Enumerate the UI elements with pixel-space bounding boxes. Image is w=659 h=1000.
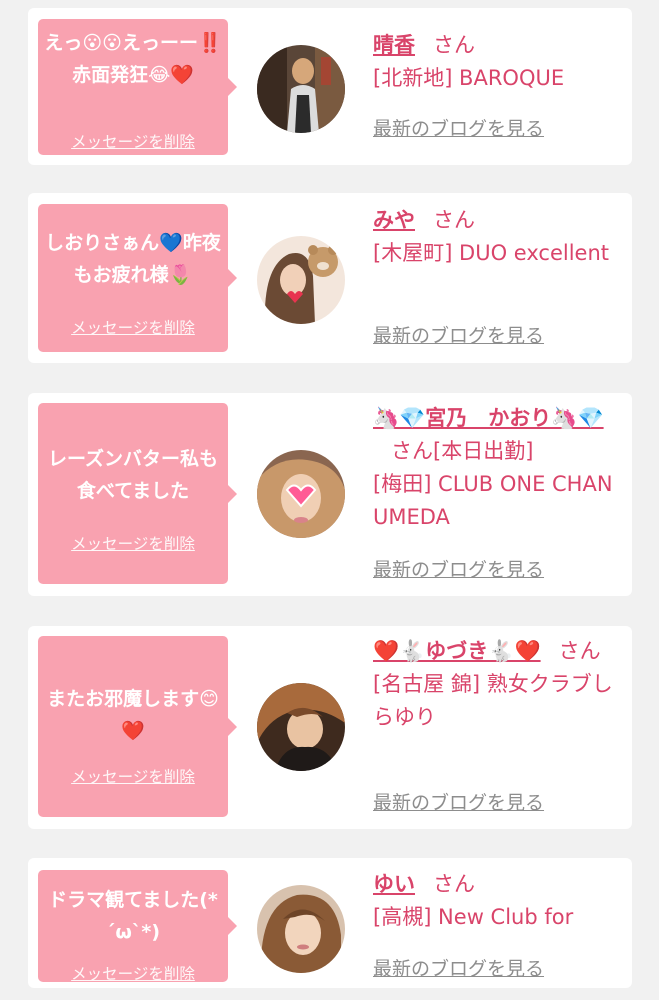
latest-blog-link[interactable]: 最新のブログを見る [373,790,544,816]
woman-photo-icon [257,45,345,133]
latest-blog-link[interactable]: 最新のブログを見る [373,956,544,982]
latest-blog-link[interactable]: 最新のブログを見る [373,116,544,142]
delete-message-link[interactable]: メッセージを削除 [38,767,228,787]
honorific-label: さん [558,639,601,663]
message-bubble: レーズンバター私も食べてました メッセージを削除 [38,403,237,584]
honorific-label: さん [433,33,475,57]
message-bubble: えっ😮😮えっーー‼️赤面発狂😂❤️ メッセージを削除 [38,19,237,155]
delete-message-link[interactable]: メッセージを削除 [38,534,228,554]
honorific-label: さん [433,872,475,896]
message-bubble: またお邪魔します😊❤️ メッセージを削除 [38,636,237,817]
delete-message-link[interactable]: メッセージを削除 [38,964,228,984]
name-line: ❤️🐇ゆづき🐇❤️ さん [373,635,618,668]
woman-photo-icon [257,683,345,771]
message-bubble: しおりさぁん💙昨夜もお疲れ様🌷 メッセージを削除 [38,204,237,352]
name-line: 🦄💎宮乃 かおり🦄💎 さん[本日出勤] [373,402,618,468]
name-line: ゆい さん [373,868,618,901]
message-card: しおりさぁん💙昨夜もお疲れ様🌷 メッセージを削除 みや さん [木屋町] DUO … [28,193,632,363]
latest-blog-link[interactable]: 最新のブログを見る [373,323,544,349]
shop-label: [梅田] CLUB ONE CHAN UMEDA [373,472,613,529]
woman-photo-icon [257,236,345,324]
latest-blog-link[interactable]: 最新のブログを見る [373,557,544,583]
delete-message-link[interactable]: メッセージを削除 [38,318,228,338]
woman-photo-icon [257,450,345,538]
profile-info: 🦄💎宮乃 かおり🦄💎 さん[本日出勤] [梅田] CLUB ONE CHAN UM… [373,402,618,534]
message-card: またお邪魔します😊❤️ メッセージを削除 ❤️🐇ゆづき🐇❤️ さん [名古屋 錦]… [28,626,632,829]
message-text: レーズンバター私も食べてました [47,448,219,502]
message-card: ドラマ観てました(*´ω`*) メッセージを削除 ゆい さん [高槻] New C… [28,858,632,988]
delete-message-link[interactable]: メッセージを削除 [38,132,228,152]
profile-info: ❤️🐇ゆづき🐇❤️ さん [名古屋 錦] 熟女クラブしらゆり [373,635,618,734]
avatar[interactable] [257,45,345,133]
profile-info: ゆい さん [高槻] New Club for [373,868,618,934]
message-bubble: ドラマ観てました(*´ω`*) メッセージを削除 [38,870,237,984]
cast-name-link[interactable]: ❤️🐇ゆづき🐇❤️ [373,639,541,663]
shop-label: [名古屋 錦] 熟女クラブしらゆり [373,672,613,729]
message-text: ドラマ観てました(*´ω`*) [48,889,218,943]
shop-label: [高槻] New Club for [373,905,574,929]
woman-photo-icon [257,885,345,973]
message-text: えっ😮😮えっーー‼️赤面発狂😂❤️ [44,32,222,86]
shop-label: [北新地] BAROQUE [373,66,565,90]
cast-name-link[interactable]: みや [373,208,415,232]
status-label: [本日出勤] [433,439,534,463]
message-text: またお邪魔します😊❤️ [47,688,219,742]
message-text: しおりさぁん💙昨夜もお疲れ様🌷 [45,232,221,286]
honorific-label: さん [391,439,433,463]
message-card: えっ😮😮えっーー‼️赤面発狂😂❤️ メッセージを削除 晴香 さん [北新地] BA… [28,8,632,165]
cast-name-link[interactable]: 🦄💎宮乃 かおり🦄💎 [373,406,604,430]
name-line: みや さん [373,204,618,237]
profile-info: 晴香 さん [北新地] BAROQUE [373,29,618,95]
cast-name-link[interactable]: 晴香 [373,33,415,57]
avatar[interactable] [257,236,345,324]
cast-name-link[interactable]: ゆい [373,872,415,896]
shop-label: [木屋町] DUO excellent [373,241,610,265]
avatar[interactable] [257,885,345,973]
honorific-label: さん [433,208,475,232]
name-line: 晴香 さん [373,29,618,62]
profile-info: みや さん [木屋町] DUO excellent [373,204,618,270]
avatar[interactable] [257,450,345,538]
avatar[interactable] [257,683,345,771]
message-card: レーズンバター私も食べてました メッセージを削除 🦄💎宮乃 かおり🦄💎 さん[本日… [28,393,632,596]
